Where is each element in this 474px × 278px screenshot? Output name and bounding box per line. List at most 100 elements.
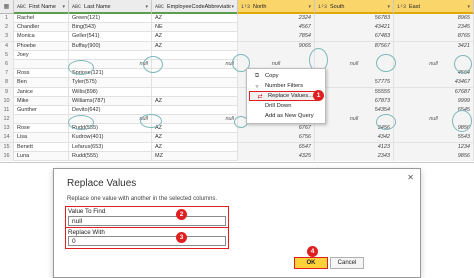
table-cell-last[interactable]: Spriose(121) xyxy=(69,69,152,79)
table-cell-east[interactable]: 1234 xyxy=(394,142,474,152)
table-cell-last[interactable]: Geller(541) xyxy=(69,32,152,42)
table-cell-east[interactable]: 43467 xyxy=(394,78,474,88)
menu-item-drill-down[interactable]: Drill Down xyxy=(247,101,325,111)
table-cell-last[interactable]: Rudd(555) xyxy=(69,151,152,161)
table-cell-first[interactable]: Joey xyxy=(14,50,69,60)
table-row[interactable]: 16 Luna Rudd(555) MZ 4325 2343 9856 xyxy=(0,151,474,161)
table-cell-last[interactable]: Lefarus(653) xyxy=(69,142,152,152)
menu-item-add-as-new-query[interactable]: Add as New Query xyxy=(247,111,325,121)
table-cell-east[interactable]: null xyxy=(394,59,474,69)
table-cell-first[interactable] xyxy=(14,115,69,125)
column-header-north[interactable]: 1²3 North ▾ xyxy=(238,0,315,14)
table-cell-east[interactable]: 2345 xyxy=(394,23,474,33)
table-cell-code[interactable] xyxy=(152,78,238,88)
table-cell-code[interactable]: null xyxy=(152,59,238,69)
table-cell-east[interactable]: 9856 xyxy=(394,124,474,134)
table-row[interactable]: 2 Chandler Bing(543) NE 4567 43421 2345 xyxy=(0,23,474,33)
column-header-employee-code[interactable]: ABC EmployeeCodeAbbreviation ▾ xyxy=(152,0,238,14)
table-cell-south[interactable]: 54354 xyxy=(315,105,394,115)
table-cell-east[interactable]: 4564 xyxy=(394,69,474,79)
table-cell-first[interactable]: Phoebe xyxy=(14,41,69,51)
column-header-south[interactable]: 1²3 South ▾ xyxy=(315,0,394,14)
table-cell-south[interactable]: 2343 xyxy=(315,151,394,161)
table-cell-last[interactable]: Bing(543) xyxy=(69,23,152,33)
table-row[interactable]: 14 Lisa Kudrow(401) AZ 6756 4342 5543 xyxy=(0,133,474,143)
table-row[interactable]: 8 Ben Tyler(575) 57775 43467 xyxy=(0,78,474,88)
table-cell-first[interactable] xyxy=(14,59,69,69)
ok-button[interactable]: OK xyxy=(294,257,328,269)
table-cell-south[interactable]: 67873 xyxy=(315,96,394,106)
table-cell-code[interactable]: AZ xyxy=(152,41,238,51)
column-header-first-name[interactable]: ABC First Name ▾ xyxy=(14,0,69,14)
table-cell-code[interactable]: AZ xyxy=(152,133,238,143)
table-cell-last[interactable]: Rudd(555) xyxy=(69,124,152,134)
table-cell-north[interactable]: 2324 xyxy=(238,14,315,23)
table-row[interactable]: 9 Janice Willis(898) 55555 67687 xyxy=(0,87,474,97)
table-cell-code[interactable] xyxy=(152,105,238,115)
chevron-down-icon[interactable]: ▾ xyxy=(387,4,390,10)
table-cell-first[interactable]: Luna xyxy=(14,151,69,161)
table-row[interactable]: 1 Rachel Green(121) AZ 2324 56783 8965 xyxy=(0,14,474,24)
table-row[interactable]: 10 Mike Williams(787) AZ 67873 9999 xyxy=(0,96,474,106)
table-corner-icon[interactable]: ▦ xyxy=(0,0,14,13)
table-cell-last[interactable]: Kudrow(401) xyxy=(69,133,152,143)
table-cell-last[interactable]: Buffay(900) xyxy=(69,41,152,51)
table-row[interactable]: 11 Gunther Devito(642) 54354 6545 xyxy=(0,105,474,116)
chevron-down-icon[interactable]: ▾ xyxy=(467,4,470,10)
table-row[interactable]: 7 Ross Spriose(121) 4564 xyxy=(0,69,474,79)
table-cell-code[interactable]: AZ xyxy=(152,32,238,42)
table-cell-south[interactable]: 43421 xyxy=(315,23,394,33)
table-row[interactable]: 13 Rose Rudd(555) AZ 6767 3456 9856 xyxy=(0,124,474,134)
table-cell-first[interactable]: Monica xyxy=(14,32,69,42)
table-cell-first[interactable]: Chandler xyxy=(14,23,69,33)
table-cell-south[interactable]: 3456 xyxy=(315,124,394,134)
table-cell-code[interactable]: AZ xyxy=(152,14,238,23)
chevron-down-icon[interactable]: ▾ xyxy=(231,4,234,10)
table-cell-south[interactable]: 67483 xyxy=(315,32,394,42)
table-cell-last[interactable]: Devito(642) xyxy=(69,105,152,115)
table-cell-last[interactable]: null xyxy=(69,59,152,69)
menu-item-number-filters[interactable]: ▿ Number Filters xyxy=(247,81,325,91)
table-cell-north[interactable]: 6756 xyxy=(238,133,315,143)
table-row[interactable]: 4 Phoebe Buffay(900) AZ 9065 87567 3421 xyxy=(0,41,474,51)
table-cell-last[interactable]: Willis(898) xyxy=(69,87,152,97)
table-cell-north[interactable]: 4325 xyxy=(238,151,315,161)
table-cell-east[interactable]: null xyxy=(394,115,474,125)
table-cell-east[interactable] xyxy=(394,50,474,60)
column-header-east[interactable]: 1²3 East ▾ xyxy=(394,0,474,14)
table-cell-code[interactable] xyxy=(152,69,238,79)
table-cell-code[interactable]: NE xyxy=(152,23,238,33)
table-cell-last[interactable]: null xyxy=(69,115,152,125)
table-cell-south[interactable]: 56783 xyxy=(315,14,394,23)
table-row[interactable]: 12nullnullnullnullnull xyxy=(0,115,474,125)
table-cell-north[interactable]: 9065 xyxy=(238,41,315,51)
table-cell-last[interactable]: Green(121) xyxy=(69,14,152,23)
menu-item-copy[interactable]: ⧉ Copy xyxy=(247,71,325,81)
table-row[interactable]: 15 Benett Lefarus(653) AZ 6547 4123 1234 xyxy=(0,142,474,152)
table-row[interactable]: 5 Joey xyxy=(0,50,474,60)
table-cell-south[interactable]: null xyxy=(315,59,394,69)
table-cell-south[interactable]: 4342 xyxy=(315,133,394,143)
table-cell-south[interactable]: 57775 xyxy=(315,78,394,88)
table-cell-south[interactable] xyxy=(315,69,394,79)
table-cell-code[interactable]: MZ xyxy=(152,151,238,161)
table-cell-south[interactable]: 87567 xyxy=(315,41,394,51)
chevron-down-icon[interactable]: ▾ xyxy=(308,4,311,10)
table-cell-first[interactable]: Rachel xyxy=(14,14,69,23)
table-cell-east[interactable]: 67687 xyxy=(394,87,474,97)
table-cell-east[interactable]: 9999 xyxy=(394,96,474,106)
table-cell-south[interactable] xyxy=(315,50,394,60)
table-cell-code[interactable]: null xyxy=(152,115,238,125)
table-cell-code[interactable]: AZ xyxy=(152,142,238,152)
table-cell-north[interactable]: 4567 xyxy=(238,23,315,33)
table-cell-north[interactable]: 6767 xyxy=(238,124,315,134)
chevron-down-icon[interactable]: ▾ xyxy=(62,4,65,10)
table-cell-first[interactable]: Janice xyxy=(14,87,69,97)
table-cell-east[interactable]: 8765 xyxy=(394,32,474,42)
table-cell-south[interactable]: 4123 xyxy=(315,142,394,152)
table-cell-east[interactable]: 5543 xyxy=(394,133,474,143)
table-cell-east[interactable]: 9856 xyxy=(394,151,474,161)
table-row[interactable]: 3 Monica Geller(541) AZ 7854 67483 8765 xyxy=(0,32,474,42)
column-header-last-name[interactable]: ABC Last Name ▾ xyxy=(69,0,152,14)
table-row[interactable]: 6 null null null null null xyxy=(0,59,474,70)
